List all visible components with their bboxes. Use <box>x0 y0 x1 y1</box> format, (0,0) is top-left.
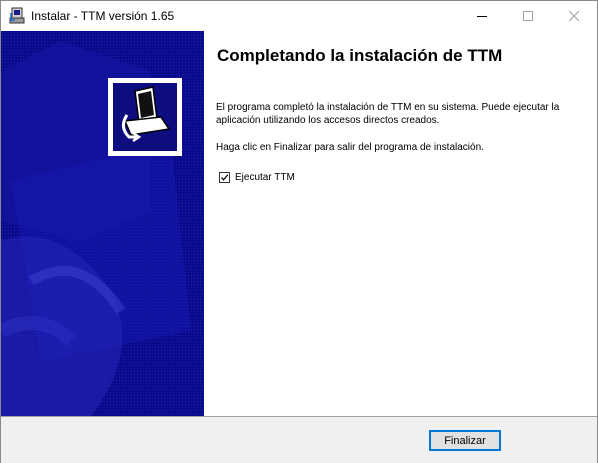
finish-instructions: Haga clic en Finalizar para salir del pr… <box>216 142 484 153</box>
maximize-icon <box>523 11 533 21</box>
wizard-footer: Finalizar <box>1 417 597 463</box>
close-icon <box>569 11 579 21</box>
run-app-label: Ejecutar TTM <box>235 172 295 183</box>
window-title: Instalar - TTM versión 1.65 <box>31 9 175 23</box>
minimize-icon <box>477 16 487 17</box>
run-app-checkbox[interactable] <box>219 172 230 183</box>
wizard-content: Completando la instalación de TTM El pro… <box>204 31 597 416</box>
completion-message: El programa completó la instalación de T… <box>216 102 560 126</box>
installer-window: Instalar - TTM versión 1.65 Completando … <box>0 0 598 463</box>
minimize-button[interactable] <box>459 1 505 31</box>
run-app-option[interactable]: Ejecutar TTM <box>219 172 295 183</box>
checkmark-icon <box>221 174 229 181</box>
installer-icon <box>9 7 26 25</box>
close-button[interactable] <box>551 1 597 31</box>
page-title: Completando la instalación de TTM <box>217 46 503 65</box>
title-bar[interactable]: Instalar - TTM versión 1.65 <box>1 1 597 31</box>
product-logo <box>108 78 182 156</box>
wizard-side-image <box>1 31 204 416</box>
computer-setup-icon <box>122 86 171 143</box>
maximize-button[interactable] <box>505 1 551 31</box>
finish-button[interactable]: Finalizar <box>429 430 501 451</box>
